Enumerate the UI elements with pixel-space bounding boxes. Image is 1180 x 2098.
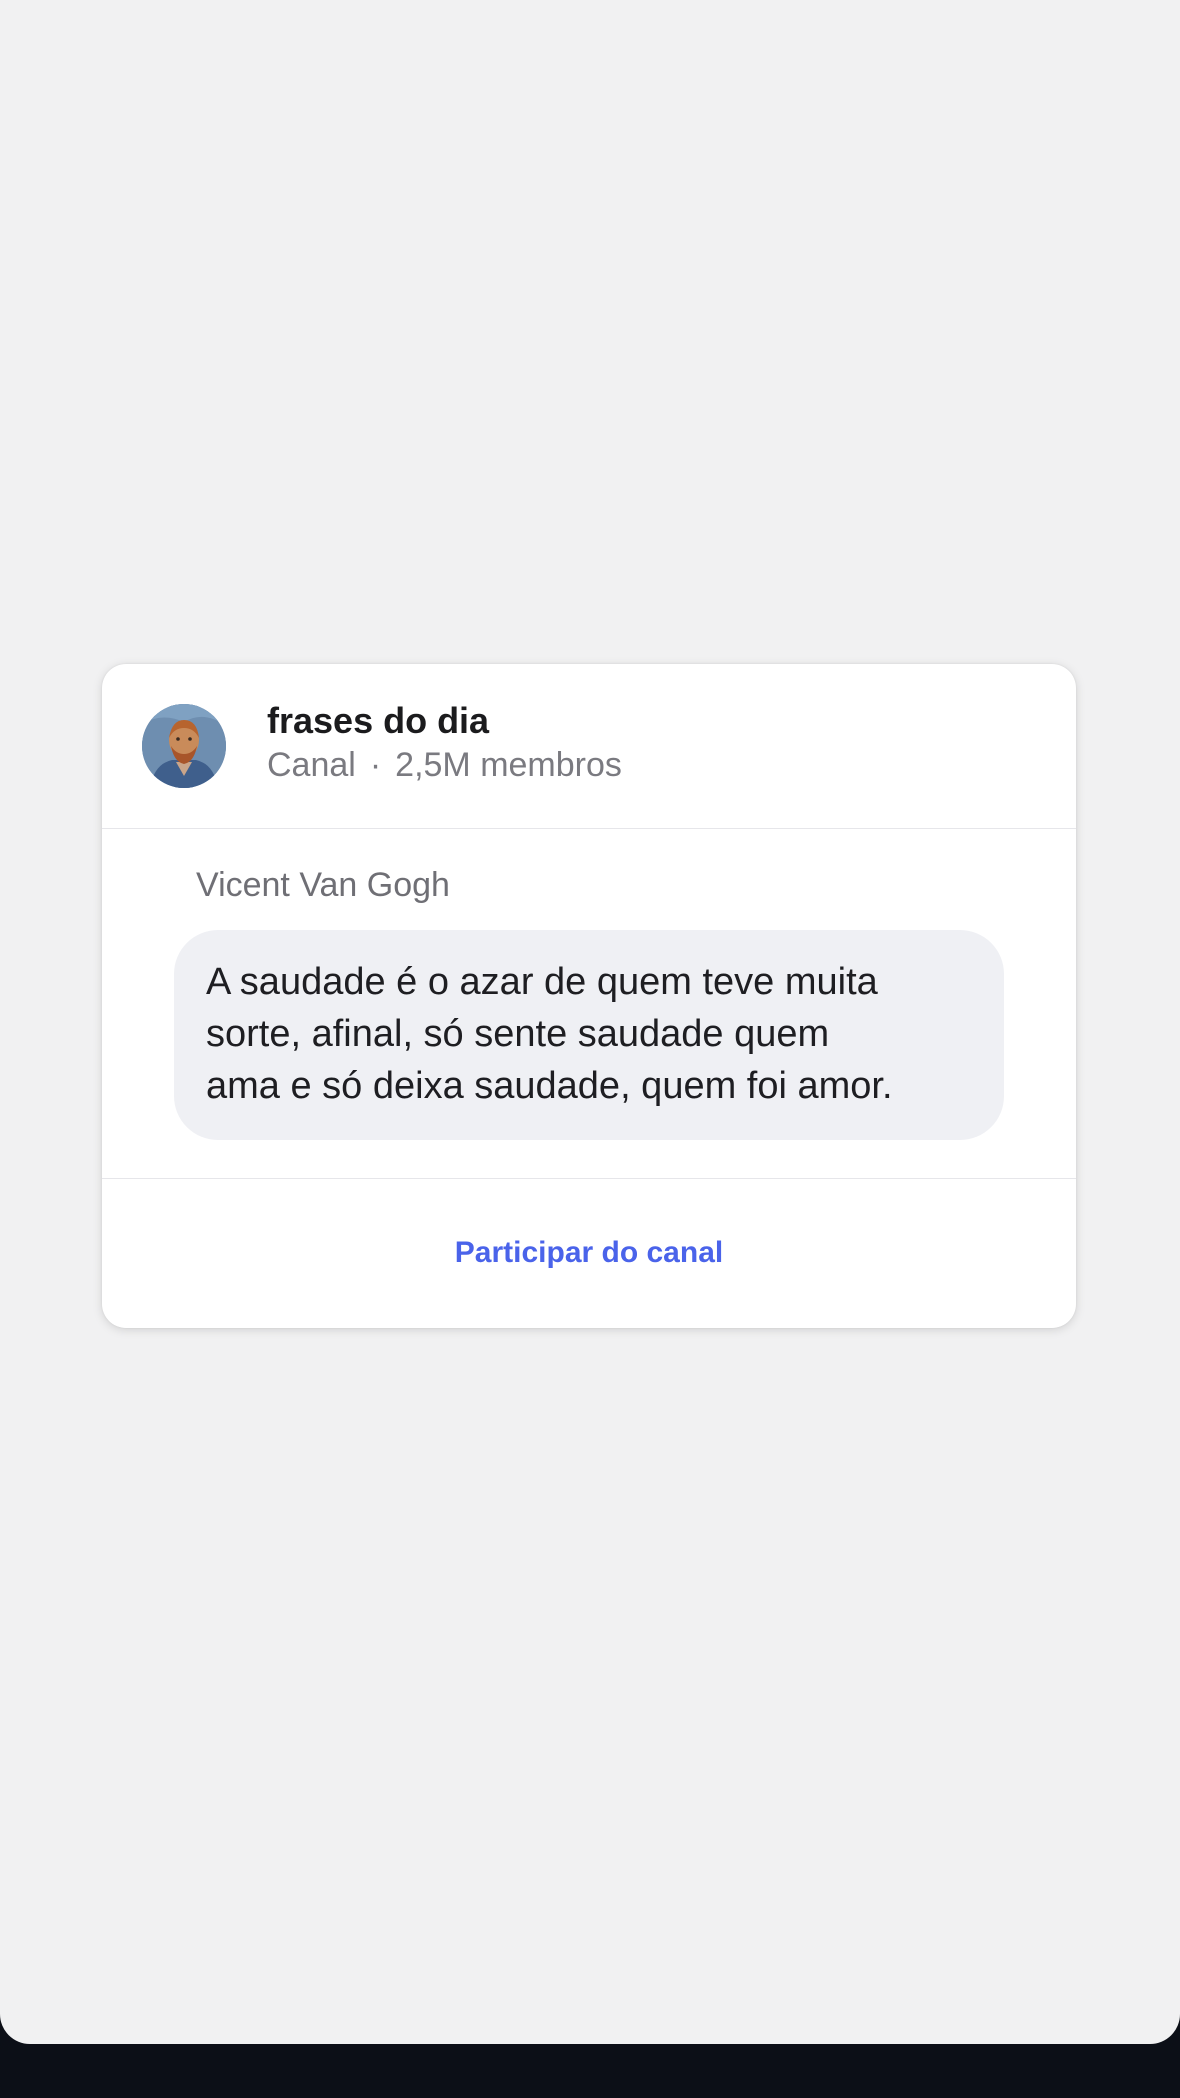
- bottom-bar: [0, 2044, 1180, 2098]
- channel-header[interactable]: frases do dia Canal · 2,5M membros: [102, 664, 1076, 829]
- card-footer: Participar do canal: [102, 1178, 1076, 1328]
- channel-preview-card: frases do dia Canal · 2,5M membros Vicent …: [102, 664, 1076, 1328]
- join-channel-button[interactable]: Participar do canal: [439, 1228, 739, 1278]
- channel-type: Canal: [267, 746, 356, 784]
- message-bubble: A saudade é o azar de quem teve muita so…: [174, 930, 1004, 1140]
- channel-members: 2,5M membros: [395, 746, 622, 784]
- channel-avatar-icon: [142, 704, 226, 788]
- channel-meta: Canal · 2,5M membros: [267, 746, 622, 785]
- channel-name: frases do dia: [267, 700, 490, 741]
- message-text: A saudade é o azar de quem teve muita so…: [206, 961, 893, 1107]
- meta-separator: ·: [369, 746, 382, 784]
- message-author: Vicent Van Gogh: [196, 866, 450, 904]
- screen-background: frases do dia Canal · 2,5M membros Vicent …: [0, 0, 1180, 2044]
